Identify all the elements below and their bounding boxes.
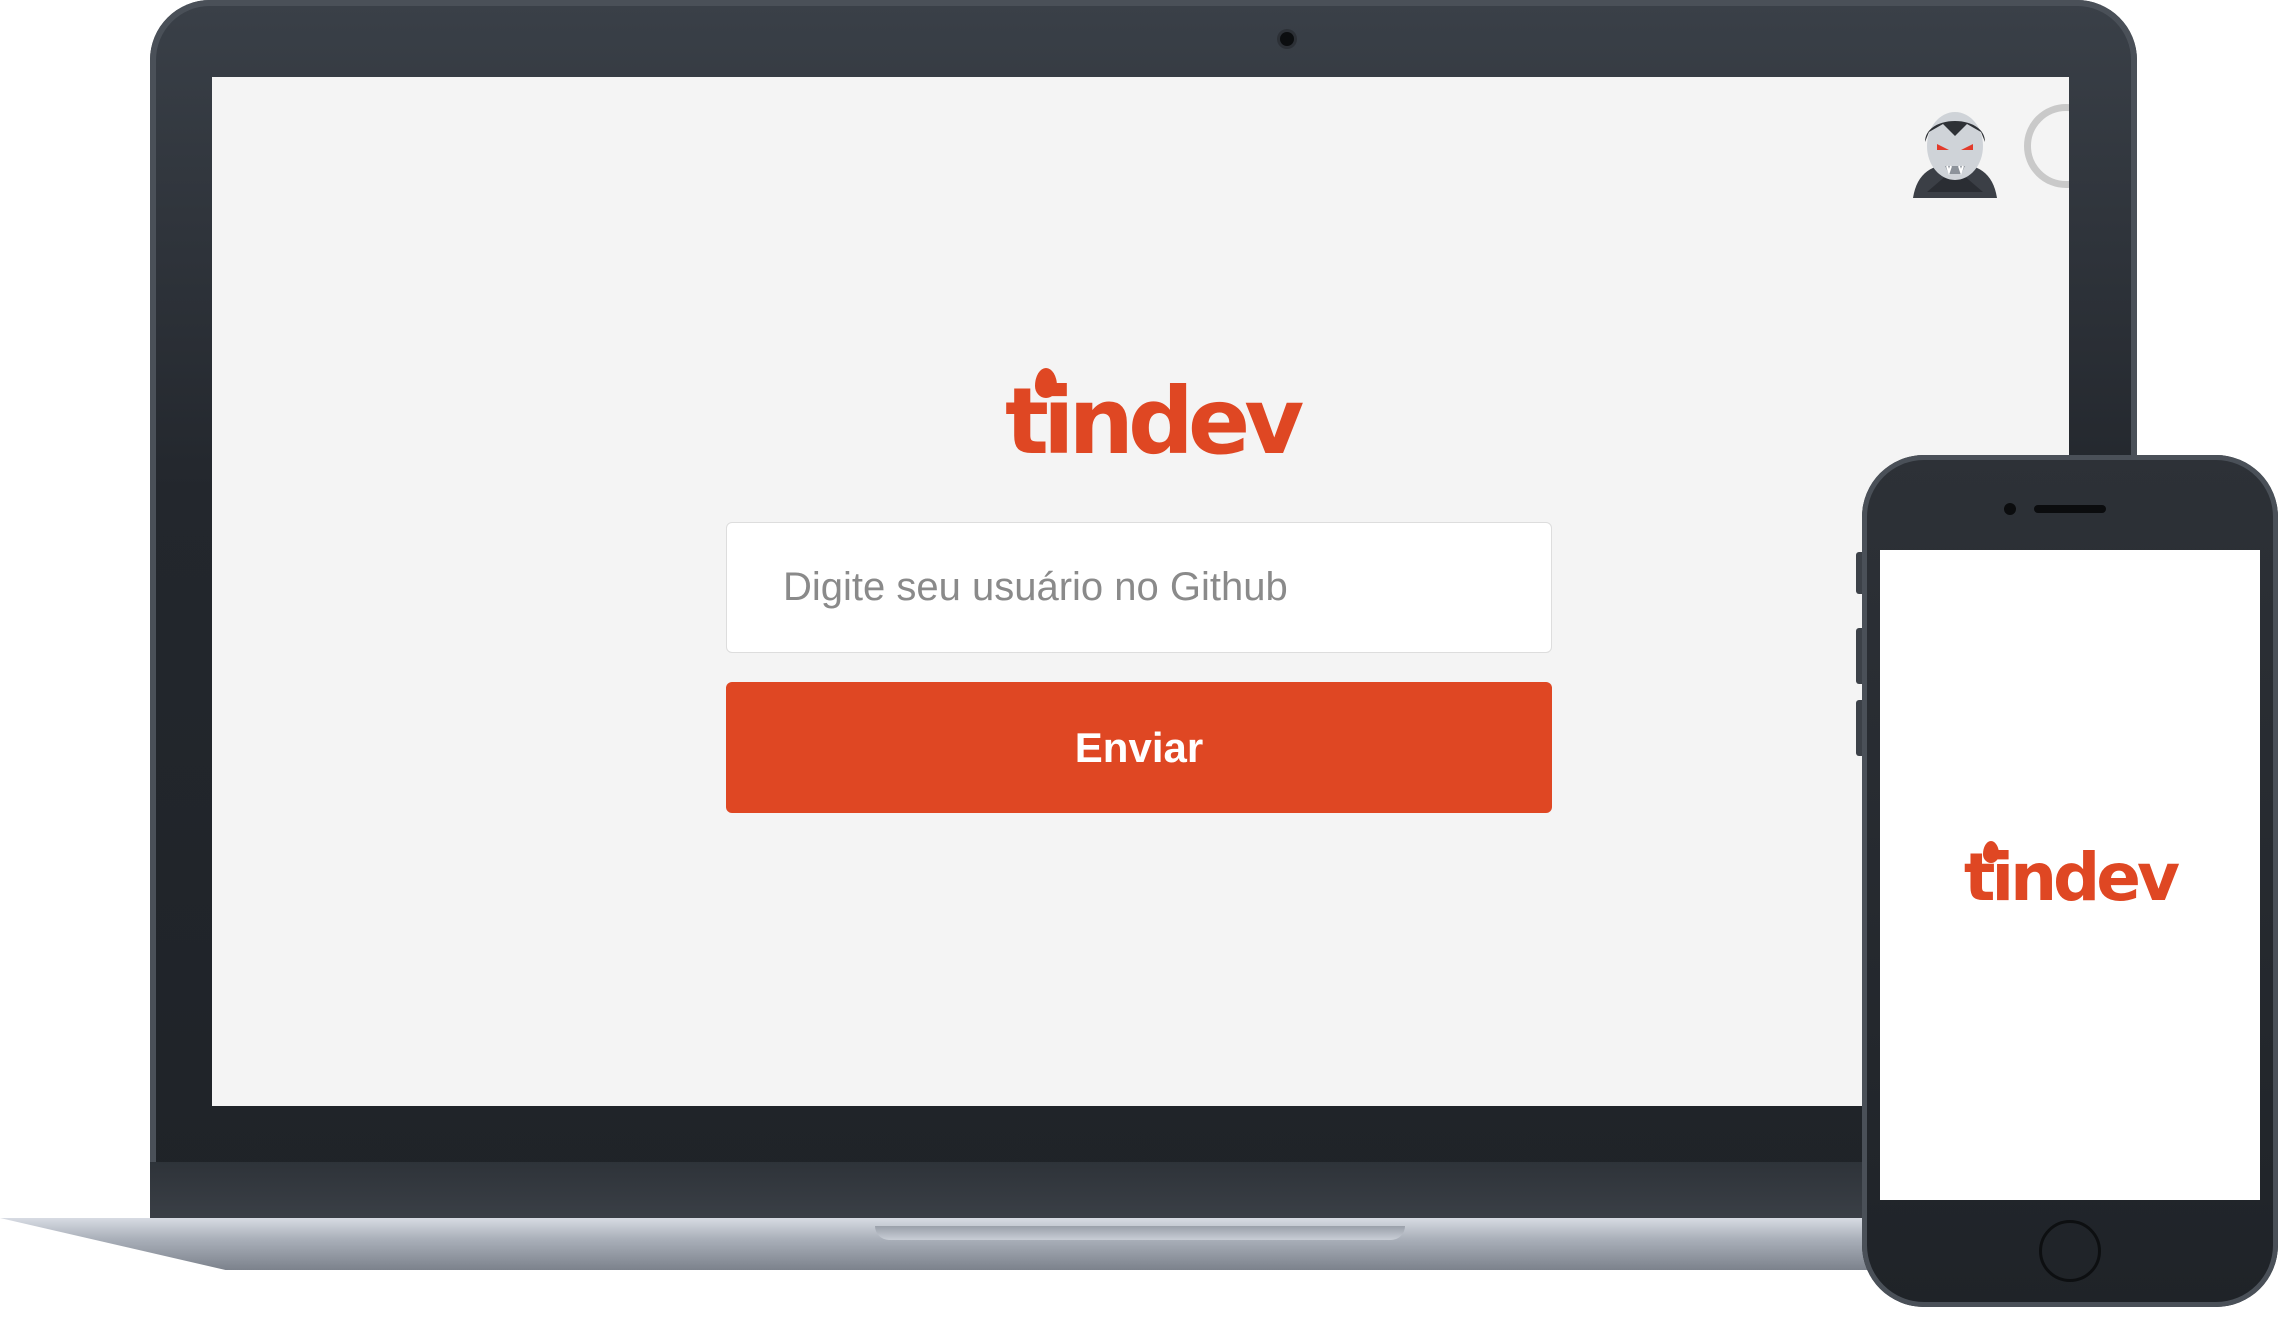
loading-spinner-icon bbox=[2024, 104, 2069, 188]
flame-icon bbox=[1035, 368, 1057, 398]
laptop-screen: tindev Enviar bbox=[212, 77, 2069, 1106]
vampire-avatar-icon[interactable] bbox=[1907, 102, 2003, 198]
device-mockup: tindev Enviar tindev bbox=[0, 0, 2292, 1320]
phone-camera bbox=[2004, 503, 2016, 515]
submit-button[interactable]: Enviar bbox=[726, 682, 1552, 813]
phone-screen: tindev bbox=[1880, 550, 2260, 1200]
github-username-input[interactable] bbox=[726, 522, 1552, 653]
laptop-camera bbox=[1280, 32, 1294, 46]
phone-home-button[interactable] bbox=[2039, 1220, 2101, 1282]
phone-flame-icon bbox=[1983, 841, 1999, 863]
phone-speaker bbox=[2034, 505, 2106, 513]
tindev-logo: tindev bbox=[1005, 368, 1304, 472]
laptop-hinge-notch bbox=[875, 1226, 1405, 1240]
phone-tindev-logo: tindev bbox=[1960, 841, 2180, 913]
laptop-bezel-bottom bbox=[150, 1162, 2137, 1222]
